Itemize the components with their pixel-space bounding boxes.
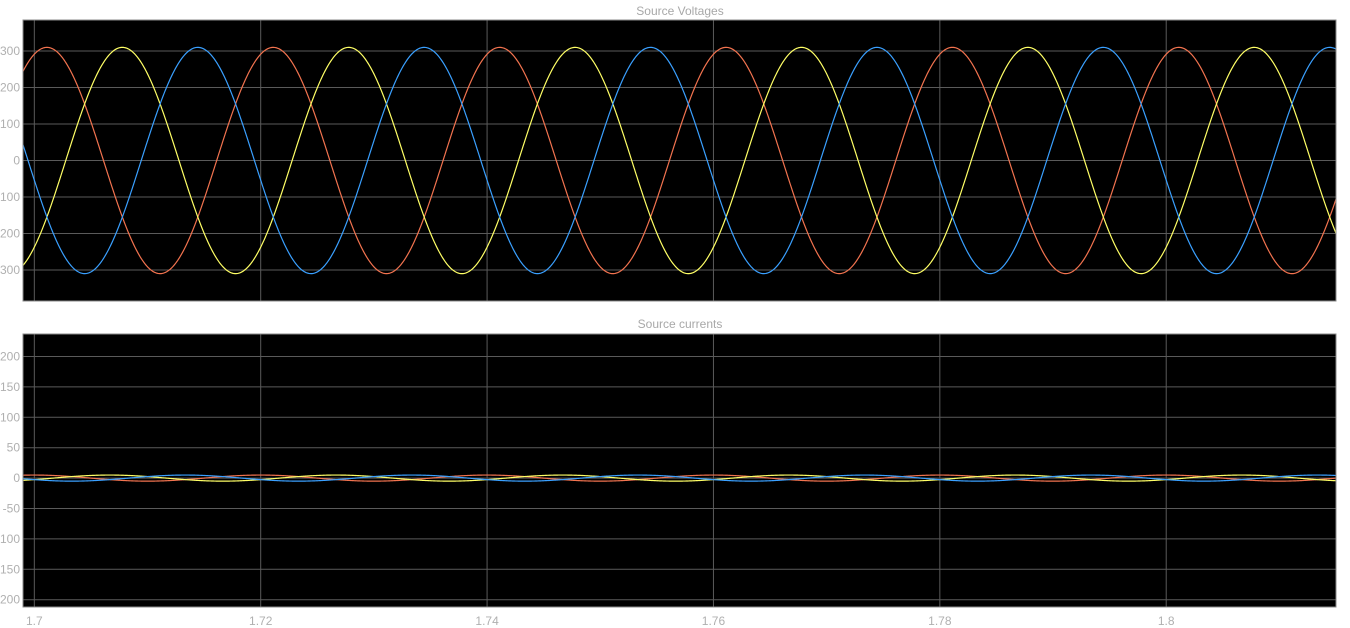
voltage-y-tick-label: 300	[0, 263, 20, 277]
current-y-tick-label: -50	[3, 502, 21, 516]
current-y-tick-label: 100	[0, 532, 20, 546]
voltage-y-tick-label: 0	[13, 154, 20, 168]
scope-plots: Source Voltages 300 200 100 0 100 200 300 Sour…	[0, 4, 1337, 628]
current-x-tick-label: 1.74	[475, 614, 499, 628]
voltage-y-tick-label: 300	[0, 44, 20, 58]
current-y-tick-label: 150	[0, 562, 20, 576]
voltage-y-tick-label: 100	[0, 190, 20, 204]
voltage-y-tick-label: 200	[0, 81, 20, 95]
voltage-panel-title: Source Voltages	[636, 4, 723, 18]
current-y-tick-label: 200	[0, 593, 20, 607]
current-y-tick-label: 200	[0, 349, 20, 363]
voltage-y-tick-label: 100	[0, 117, 20, 131]
current-x-tick-label: 1.72	[249, 614, 273, 628]
current-y-tick-label: 0	[13, 471, 20, 485]
current-x-tick-label: 1.7	[26, 614, 43, 628]
current-x-tick-label: 1.76	[702, 614, 726, 628]
current-y-tick-label: 150	[0, 380, 20, 394]
voltage-y-tick-label: 200	[0, 226, 20, 240]
current-y-tick-label: 50	[7, 441, 21, 455]
current-panel: Source currents 200 150 100 50 0 -50 100 150 200…	[0, 317, 1337, 628]
current-x-tick-label: 1.8	[1158, 614, 1175, 628]
scope-figure: Source Voltages 300 200 100 0 100 200 300 Sour…	[0, 0, 1350, 628]
current-plot-area	[23, 334, 1336, 607]
current-y-tick-label: 100	[0, 410, 20, 424]
voltage-panel: Source Voltages 300 200 100 0 100 200 300	[0, 4, 1337, 302]
current-panel-title: Source currents	[638, 317, 723, 331]
current-x-tick-label: 1.78	[928, 614, 952, 628]
